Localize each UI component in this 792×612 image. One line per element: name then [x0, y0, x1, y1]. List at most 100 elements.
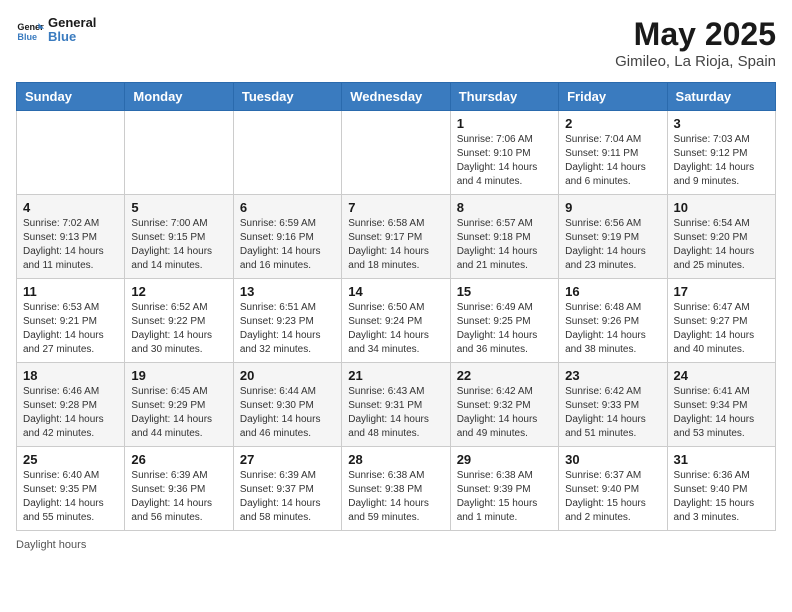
day-number: 22	[457, 368, 552, 383]
day-number: 4	[23, 200, 118, 215]
day-number: 7	[348, 200, 443, 215]
day-number: 3	[674, 116, 769, 131]
calendar-week-row: 4 Sunrise: 7:02 AMSunset: 9:13 PMDaylight…	[17, 195, 776, 279]
calendar-day-cell: 12Sunrise: 6:52 AMSunset: 9:22 PMDayligh…	[125, 279, 233, 363]
calendar-day-cell: 13Sunrise: 6:51 AMSunset: 9:23 PMDayligh…	[233, 279, 341, 363]
day-number: 10	[674, 200, 769, 215]
calendar-week-row: 25Sunrise: 6:40 AMSunset: 9:35 PMDayligh…	[17, 447, 776, 531]
calendar-day-cell: 6 Sunrise: 6:59 AMSunset: 9:16 PMDaylight…	[233, 195, 341, 279]
calendar-day-cell: 25Sunrise: 6:40 AMSunset: 9:35 PMDayligh…	[17, 447, 125, 531]
day-number: 28	[348, 452, 443, 467]
title-block: May 2025 Gimileo, La Rioja, Spain	[615, 16, 776, 70]
day-number: 5	[131, 200, 226, 215]
day-info: Sunrise: 6:50 AMSunset: 9:24 PMDaylight:…	[348, 301, 443, 357]
day-info: Sunrise: 6:52 AMSunset: 9:22 PMDaylight:…	[131, 301, 226, 357]
day-number: 30	[565, 452, 660, 467]
calendar-day-cell: 30 Sunrise: 6:37 AMSunset: 9:40 PMDayligh…	[559, 447, 667, 531]
day-info: Sunrise: 6:58 AMSunset: 9:17 PMDaylight:…	[348, 217, 443, 273]
calendar-day-cell: 11 Sunrise: 6:53 AMSunset: 9:21 PMDayligh…	[17, 279, 125, 363]
logo-blue-text: Blue	[48, 30, 96, 44]
day-info: Sunrise: 6:42 AMSunset: 9:33 PMDaylight:…	[565, 385, 660, 441]
calendar-subtitle: Gimileo, La Rioja, Spain	[615, 53, 776, 70]
day-number: 9	[565, 200, 660, 215]
calendar-day-cell: 7 Sunrise: 6:58 AMSunset: 9:17 PMDaylight…	[342, 195, 450, 279]
day-number: 25	[23, 452, 118, 467]
calendar-day-cell	[17, 111, 125, 195]
calendar-day-cell: 3 Sunrise: 7:03 AMSunset: 9:12 PMDaylight…	[667, 111, 775, 195]
day-info: Sunrise: 7:00 AMSunset: 9:15 PMDaylight:…	[131, 217, 226, 273]
day-info: Sunrise: 6:51 AMSunset: 9:23 PMDaylight:…	[240, 301, 335, 357]
day-number: 14	[348, 284, 443, 299]
calendar-week-row: 18 Sunrise: 6:46 AMSunset: 9:28 PMDayligh…	[17, 363, 776, 447]
calendar-day-header: Wednesday	[342, 83, 450, 111]
calendar-week-row: 11 Sunrise: 6:53 AMSunset: 9:21 PMDayligh…	[17, 279, 776, 363]
day-info: Sunrise: 6:49 AMSunset: 9:25 PMDaylight:…	[457, 301, 552, 357]
calendar-day-cell: 27 Sunrise: 6:39 AMSunset: 9:37 PMDayligh…	[233, 447, 341, 531]
calendar-day-cell: 16 Sunrise: 6:48 AMSunset: 9:26 PMDayligh…	[559, 279, 667, 363]
day-info: Sunrise: 6:48 AMSunset: 9:26 PMDaylight:…	[565, 301, 660, 357]
day-number: 11	[23, 284, 118, 299]
day-info: Sunrise: 6:53 AMSunset: 9:21 PMDaylight:…	[23, 301, 118, 357]
calendar-day-cell: 19 Sunrise: 6:45 AMSunset: 9:29 PMDayligh…	[125, 363, 233, 447]
day-number: 8	[457, 200, 552, 215]
day-number: 23	[565, 368, 660, 383]
day-number: 16	[565, 284, 660, 299]
logo-general-text: General	[48, 16, 96, 30]
day-info: Sunrise: 6:39 AMSunset: 9:36 PMDaylight:…	[131, 469, 226, 525]
day-info: Sunrise: 6:56 AMSunset: 9:19 PMDaylight:…	[565, 217, 660, 273]
calendar-day-cell	[342, 111, 450, 195]
day-number: 17	[674, 284, 769, 299]
day-number: 31	[674, 452, 769, 467]
calendar-day-cell: 26Sunrise: 6:39 AMSunset: 9:36 PMDayligh…	[125, 447, 233, 531]
day-info: Sunrise: 7:04 AMSunset: 9:11 PMDaylight:…	[565, 133, 660, 189]
calendar-day-cell: 28 Sunrise: 6:38 AMSunset: 9:38 PMDayligh…	[342, 447, 450, 531]
day-info: Sunrise: 6:57 AMSunset: 9:18 PMDaylight:…	[457, 217, 552, 273]
calendar-day-cell: 10 Sunrise: 6:54 AMSunset: 9:20 PMDayligh…	[667, 195, 775, 279]
day-number: 1	[457, 116, 552, 131]
calendar-day-cell: 20Sunrise: 6:44 AMSunset: 9:30 PMDayligh…	[233, 363, 341, 447]
day-info: Sunrise: 6:46 AMSunset: 9:28 PMDaylight:…	[23, 385, 118, 441]
day-number: 18	[23, 368, 118, 383]
calendar-day-cell: 2 Sunrise: 7:04 AMSunset: 9:11 PMDaylight…	[559, 111, 667, 195]
day-info: Sunrise: 6:47 AMSunset: 9:27 PMDaylight:…	[674, 301, 769, 357]
day-info: Sunrise: 7:03 AMSunset: 9:12 PMDaylight:…	[674, 133, 769, 189]
day-info: Sunrise: 6:54 AMSunset: 9:20 PMDaylight:…	[674, 217, 769, 273]
day-info: Sunrise: 6:38 AMSunset: 9:38 PMDaylight:…	[348, 469, 443, 525]
calendar-day-cell: 22 Sunrise: 6:42 AMSunset: 9:32 PMDayligh…	[450, 363, 558, 447]
day-info: Sunrise: 6:42 AMSunset: 9:32 PMDaylight:…	[457, 385, 552, 441]
day-number: 27	[240, 452, 335, 467]
calendar-footer: Daylight hours	[16, 539, 776, 551]
day-info: Sunrise: 6:39 AMSunset: 9:37 PMDaylight:…	[240, 469, 335, 525]
day-number: 6	[240, 200, 335, 215]
day-info: Sunrise: 6:37 AMSunset: 9:40 PMDaylight:…	[565, 469, 660, 525]
calendar-day-header: Friday	[559, 83, 667, 111]
calendar-title: May 2025	[615, 16, 776, 53]
calendar-day-cell: 29Sunrise: 6:38 AMSunset: 9:39 PMDayligh…	[450, 447, 558, 531]
calendar-table: SundayMondayTuesdayWednesdayThursdayFrid…	[16, 82, 776, 531]
daylight-hours-label: Daylight hours	[16, 539, 86, 551]
calendar-header-row: SundayMondayTuesdayWednesdayThursdayFrid…	[17, 83, 776, 111]
day-number: 24	[674, 368, 769, 383]
calendar-week-row: 1Sunrise: 7:06 AMSunset: 9:10 PMDaylight…	[17, 111, 776, 195]
day-number: 19	[131, 368, 226, 383]
calendar-day-cell: 1Sunrise: 7:06 AMSunset: 9:10 PMDaylight…	[450, 111, 558, 195]
day-number: 15	[457, 284, 552, 299]
calendar-day-cell	[233, 111, 341, 195]
day-number: 2	[565, 116, 660, 131]
day-info: Sunrise: 7:02 AMSunset: 9:13 PMDaylight:…	[23, 217, 118, 273]
calendar-day-cell	[125, 111, 233, 195]
day-info: Sunrise: 6:45 AMSunset: 9:29 PMDaylight:…	[131, 385, 226, 441]
calendar-day-cell: 21Sunrise: 6:43 AMSunset: 9:31 PMDayligh…	[342, 363, 450, 447]
calendar-day-cell: 24Sunrise: 6:41 AMSunset: 9:34 PMDayligh…	[667, 363, 775, 447]
calendar-day-cell: 17 Sunrise: 6:47 AMSunset: 9:27 PMDayligh…	[667, 279, 775, 363]
day-info: Sunrise: 6:59 AMSunset: 9:16 PMDaylight:…	[240, 217, 335, 273]
calendar-day-header: Thursday	[450, 83, 558, 111]
calendar-day-cell: 4 Sunrise: 7:02 AMSunset: 9:13 PMDaylight…	[17, 195, 125, 279]
logo: General Blue General Blue	[16, 16, 96, 45]
calendar-day-header: Sunday	[17, 83, 125, 111]
page-header: General Blue General Blue May 2025 Gimil…	[16, 16, 776, 70]
day-number: 20	[240, 368, 335, 383]
calendar-day-cell: 23 Sunrise: 6:42 AMSunset: 9:33 PMDayligh…	[559, 363, 667, 447]
svg-text:Blue: Blue	[17, 32, 37, 42]
day-info: Sunrise: 6:36 AMSunset: 9:40 PMDaylight:…	[674, 469, 769, 525]
